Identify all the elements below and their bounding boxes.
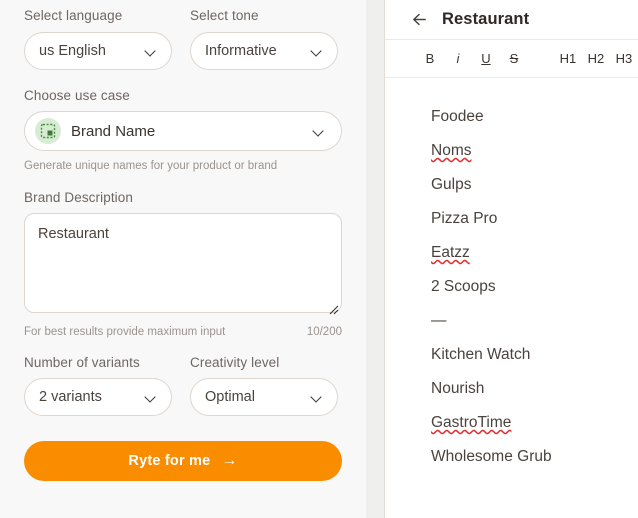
document-line[interactable]: — (431, 304, 613, 338)
field-creativity-level: Creativity level Optimal (190, 354, 338, 416)
choose-use-case-label: Choose use case (24, 87, 130, 103)
generator-form-panel: Select language us English Select tone I… (0, 0, 366, 518)
document-line[interactable]: 2 Scoops (431, 270, 613, 304)
document-line-text: Noms (431, 142, 472, 159)
document-line[interactable]: Gulps (431, 168, 613, 202)
chevron-down-icon (145, 391, 157, 403)
chevron-down-icon (311, 391, 323, 403)
field-number-of-variants: Number of variants 2 variants (24, 354, 172, 416)
document-line[interactable]: Kitchen Watch (431, 338, 613, 372)
number-of-variants-dropdown[interactable]: 2 variants (24, 378, 172, 416)
document-header: Restaurant (385, 0, 638, 39)
document-line-text: Pizza Pro (431, 210, 498, 227)
document-line-text: GastroTime (431, 414, 512, 431)
use-case-dropdown[interactable]: Brand Name (24, 111, 342, 151)
creativity-level-value: Optimal (205, 389, 255, 405)
document-line-text: Eatzz (431, 244, 470, 261)
document-line-text: Foodee (431, 108, 484, 125)
document-line[interactable]: Pizza Pro (431, 202, 613, 236)
panel-gutter (366, 0, 384, 518)
brand-description-helper-row: For best results provide maximum input 1… (24, 326, 342, 339)
document-line-text: Wholesome Grub (431, 448, 552, 465)
number-of-variants-label: Number of variants (24, 354, 140, 370)
toolbar-heading-1-button[interactable]: H1 (554, 52, 582, 65)
brand-name-icon (35, 118, 61, 144)
document-line-text: Kitchen Watch (431, 346, 531, 363)
document-line[interactable]: Nourish (431, 372, 613, 406)
field-brand-description: Brand Description For best results provi… (24, 189, 342, 339)
toolbar-underline-button[interactable]: U (472, 52, 500, 65)
creativity-level-label: Creativity level (190, 354, 280, 370)
toolbar-heading-2-button[interactable]: H2 (582, 52, 610, 65)
ryte-for-me-button[interactable]: Ryte for me → (24, 441, 342, 481)
brand-description-label: Brand Description (24, 189, 134, 205)
select-language-value: us English (39, 42, 106, 59)
toolbar-strikethrough-button[interactable]: S (500, 52, 528, 65)
document-title: Restaurant (442, 10, 530, 28)
document-line[interactable]: GastroTime (431, 406, 613, 440)
app-root: Select language us English Select tone I… (0, 0, 638, 518)
use-case-helper-text: Generate unique names for your product o… (24, 160, 278, 172)
document-line[interactable]: Eatzz (431, 236, 613, 270)
variants-creativity-row: Number of variants 2 variants Creativity… (24, 354, 342, 416)
document-line[interactable]: Foodee (431, 100, 613, 134)
language-tone-row: Select language us English Select tone I… (24, 9, 342, 70)
select-tone-dropdown[interactable]: Informative (190, 31, 338, 70)
formatting-toolbar: B i U S H1 H2 H3 (385, 39, 638, 78)
brand-description-counter: 10/200 (306, 326, 342, 338)
ryte-for-me-label: Ryte for me (128, 453, 211, 469)
chevron-down-icon (313, 125, 325, 137)
select-tone-label: Select tone (190, 8, 259, 23)
document-line-text: Nourish (431, 380, 485, 397)
chevron-down-icon (145, 45, 157, 57)
brand-description-input[interactable] (24, 213, 342, 313)
creativity-level-dropdown[interactable]: Optimal (190, 378, 338, 416)
use-case-value: Brand Name (71, 122, 156, 140)
document-panel: Restaurant B i U S H1 H2 H3 Foodee Noms Gu… (384, 0, 638, 518)
document-line-text: Gulps (431, 176, 472, 193)
document-line-text: 2 Scoops (431, 278, 496, 295)
field-choose-use-case: Choose use case Brand Name Generate uniq… (24, 87, 342, 173)
arrow-left-icon[interactable] (410, 10, 429, 29)
brand-description-wrapper (24, 213, 342, 318)
chevron-down-icon (311, 45, 323, 57)
select-tone-value: Informative (205, 42, 277, 59)
select-language-label: Select language (24, 8, 123, 23)
brand-description-helper-text: For best results provide maximum input (24, 326, 226, 338)
document-line[interactable]: Wholesome Grub (431, 440, 613, 474)
field-select-language: Select language us English (24, 9, 172, 70)
toolbar-heading-3-button[interactable]: H3 (610, 52, 638, 65)
select-language-dropdown[interactable]: us English (24, 31, 172, 70)
arrow-right-icon: → (221, 452, 238, 469)
number-of-variants-value: 2 variants (39, 389, 102, 405)
toolbar-italic-button[interactable]: i (444, 52, 472, 65)
document-line[interactable]: Noms (431, 134, 613, 168)
document-editor-body[interactable]: Foodee Noms Gulps Pizza Pro Eatzz 2 Scoops — Ki… (385, 78, 638, 518)
document-line-text: — (431, 312, 447, 329)
toolbar-bold-button[interactable]: B (416, 52, 444, 65)
field-select-tone: Select tone Informative (190, 9, 338, 70)
